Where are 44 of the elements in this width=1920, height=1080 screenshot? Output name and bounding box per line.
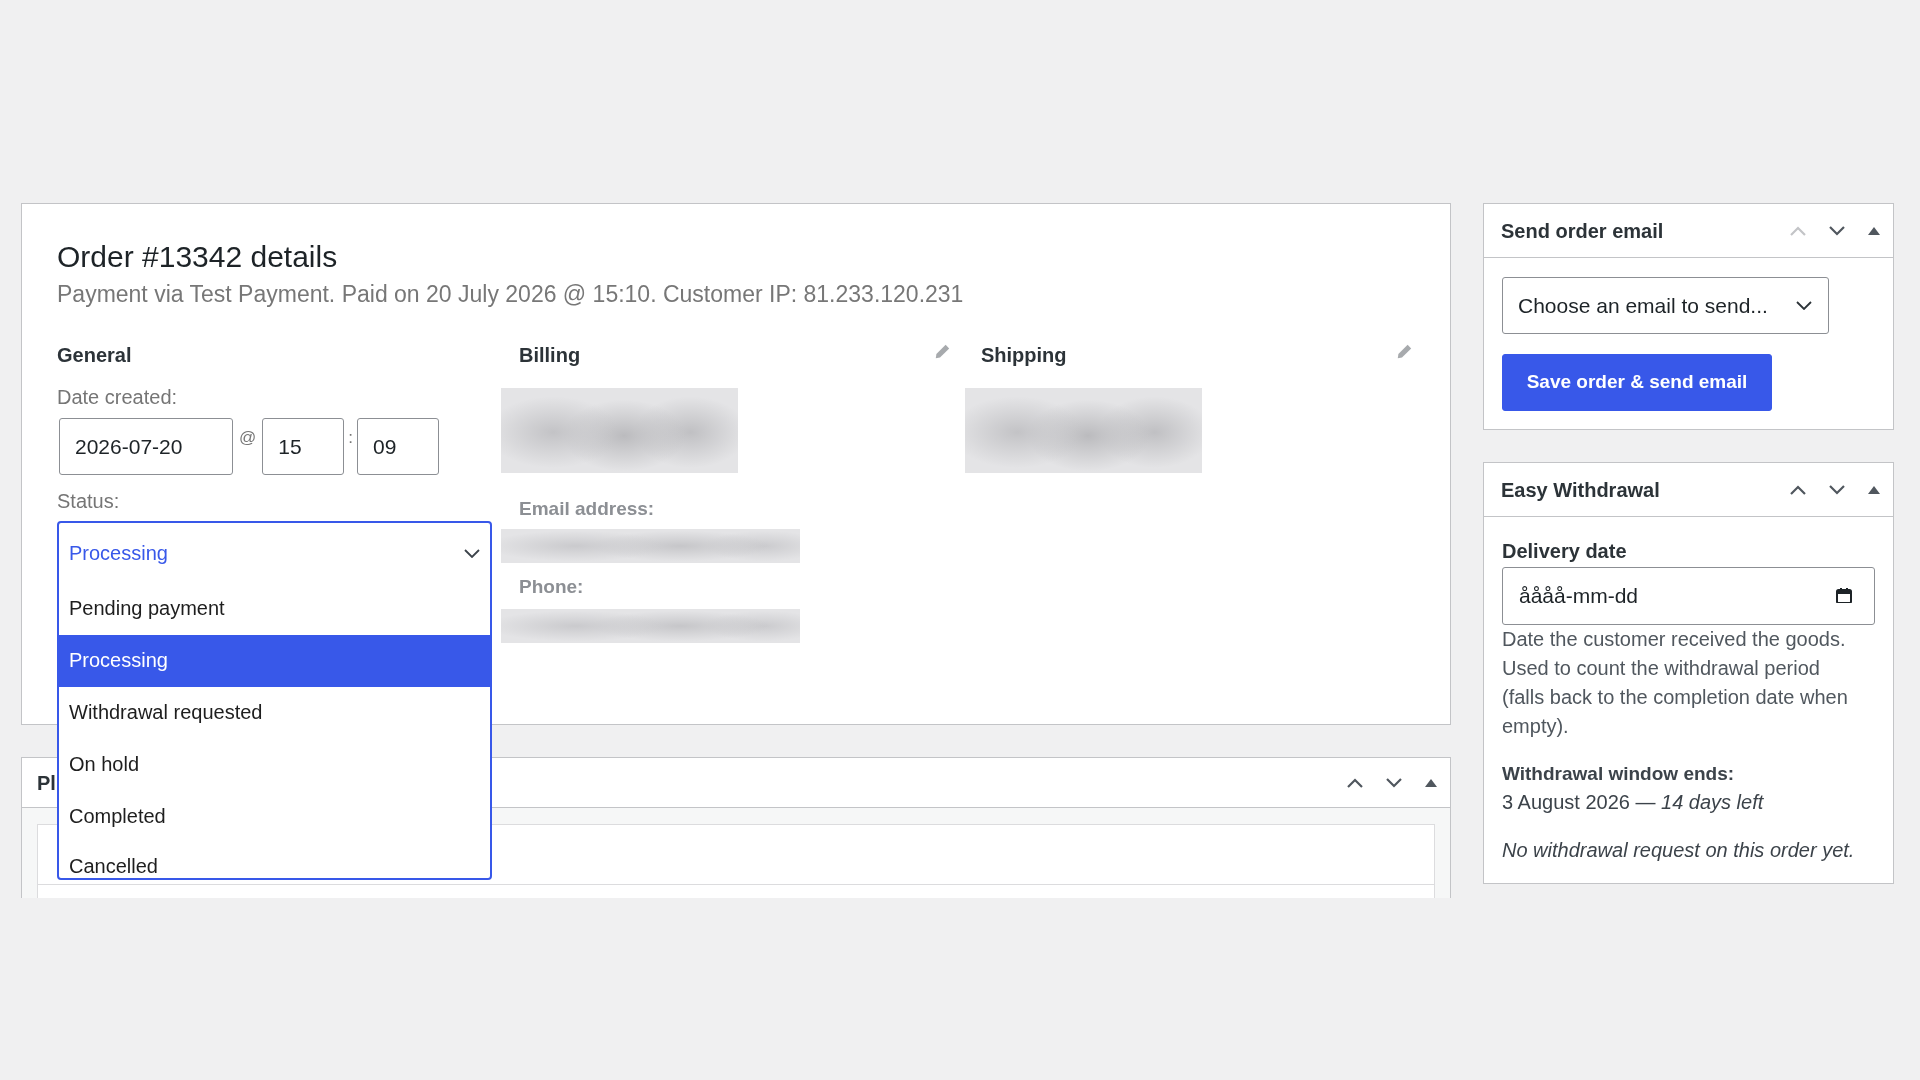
email-select[interactable]: Choose an email to send... [1502, 277, 1829, 334]
status-option[interactable]: Cancelled [59, 843, 490, 878]
panel-title: Pl [37, 770, 56, 796]
chevron-up-icon[interactable] [1347, 777, 1363, 788]
save-send-button[interactable]: Save order & send email [1502, 354, 1772, 411]
section-heading: Billing [519, 343, 581, 368]
payment-info-text: Payment via Test Payment. Paid on 20 July 2026 @ 15:10. Customer IP: 81.233.120.231 [57, 280, 964, 309]
field-label: Status: [57, 490, 120, 513]
section-heading: Shipping [981, 343, 1067, 368]
triangle-icon[interactable] [1425, 778, 1437, 787]
status-option[interactable]: Completed [59, 791, 490, 843]
help-text: Date the customer received the goods. Used to count the withdrawal period (falls back to the completion date when empty). [1502, 627, 1849, 739]
status-dropdown[interactable]: Processing Pending payment Processing Withdrawal requested On hold Completed Cancelled [57, 521, 492, 880]
minute-input[interactable]: 09 [357, 418, 439, 475]
chevron-down-icon [1796, 301, 1812, 310]
chevron-down-icon[interactable] [1386, 777, 1402, 788]
status-select[interactable]: Processing [59, 523, 490, 583]
triangle-icon[interactable] [1868, 226, 1880, 235]
deadline-text: 3 August 2026 — 14 days left [1502, 790, 1764, 815]
panel-title: Easy Withdrawal [1501, 477, 1660, 503]
field-label: Phone: [519, 575, 584, 599]
status-option[interactable]: Processing [59, 635, 490, 687]
panel-title: Send order email [1501, 218, 1664, 244]
chevron-up-icon[interactable] [1790, 484, 1806, 495]
triangle-icon[interactable] [1868, 485, 1880, 494]
separator-text: : [347, 427, 354, 448]
section-heading: General [57, 343, 132, 368]
chevron-down-icon[interactable] [1829, 484, 1845, 495]
chevron-down-icon[interactable] [1829, 225, 1845, 236]
order-title: Order #13342 details [57, 239, 338, 274]
status-option[interactable]: On hold [59, 739, 490, 791]
status-note: No withdrawal request on this order yet. [1502, 838, 1855, 863]
field-label: Date created: [57, 386, 178, 409]
hour-input[interactable]: 15 [262, 418, 345, 475]
status-option[interactable]: Withdrawal requested [59, 687, 490, 739]
status-option[interactable]: Pending payment [59, 583, 490, 635]
date-field[interactable]: åååå-mm-dd [1502, 567, 1875, 625]
field-label: Email address: [519, 497, 655, 521]
calendar-icon[interactable] [1836, 588, 1852, 603]
field-label: Delivery date [1502, 539, 1627, 563]
separator-text: @ [238, 427, 258, 448]
field-label: Withdrawal window ends: [1502, 762, 1735, 786]
date-input[interactable]: 2026-07-20 [59, 418, 233, 475]
chevron-down-icon [464, 548, 480, 558]
